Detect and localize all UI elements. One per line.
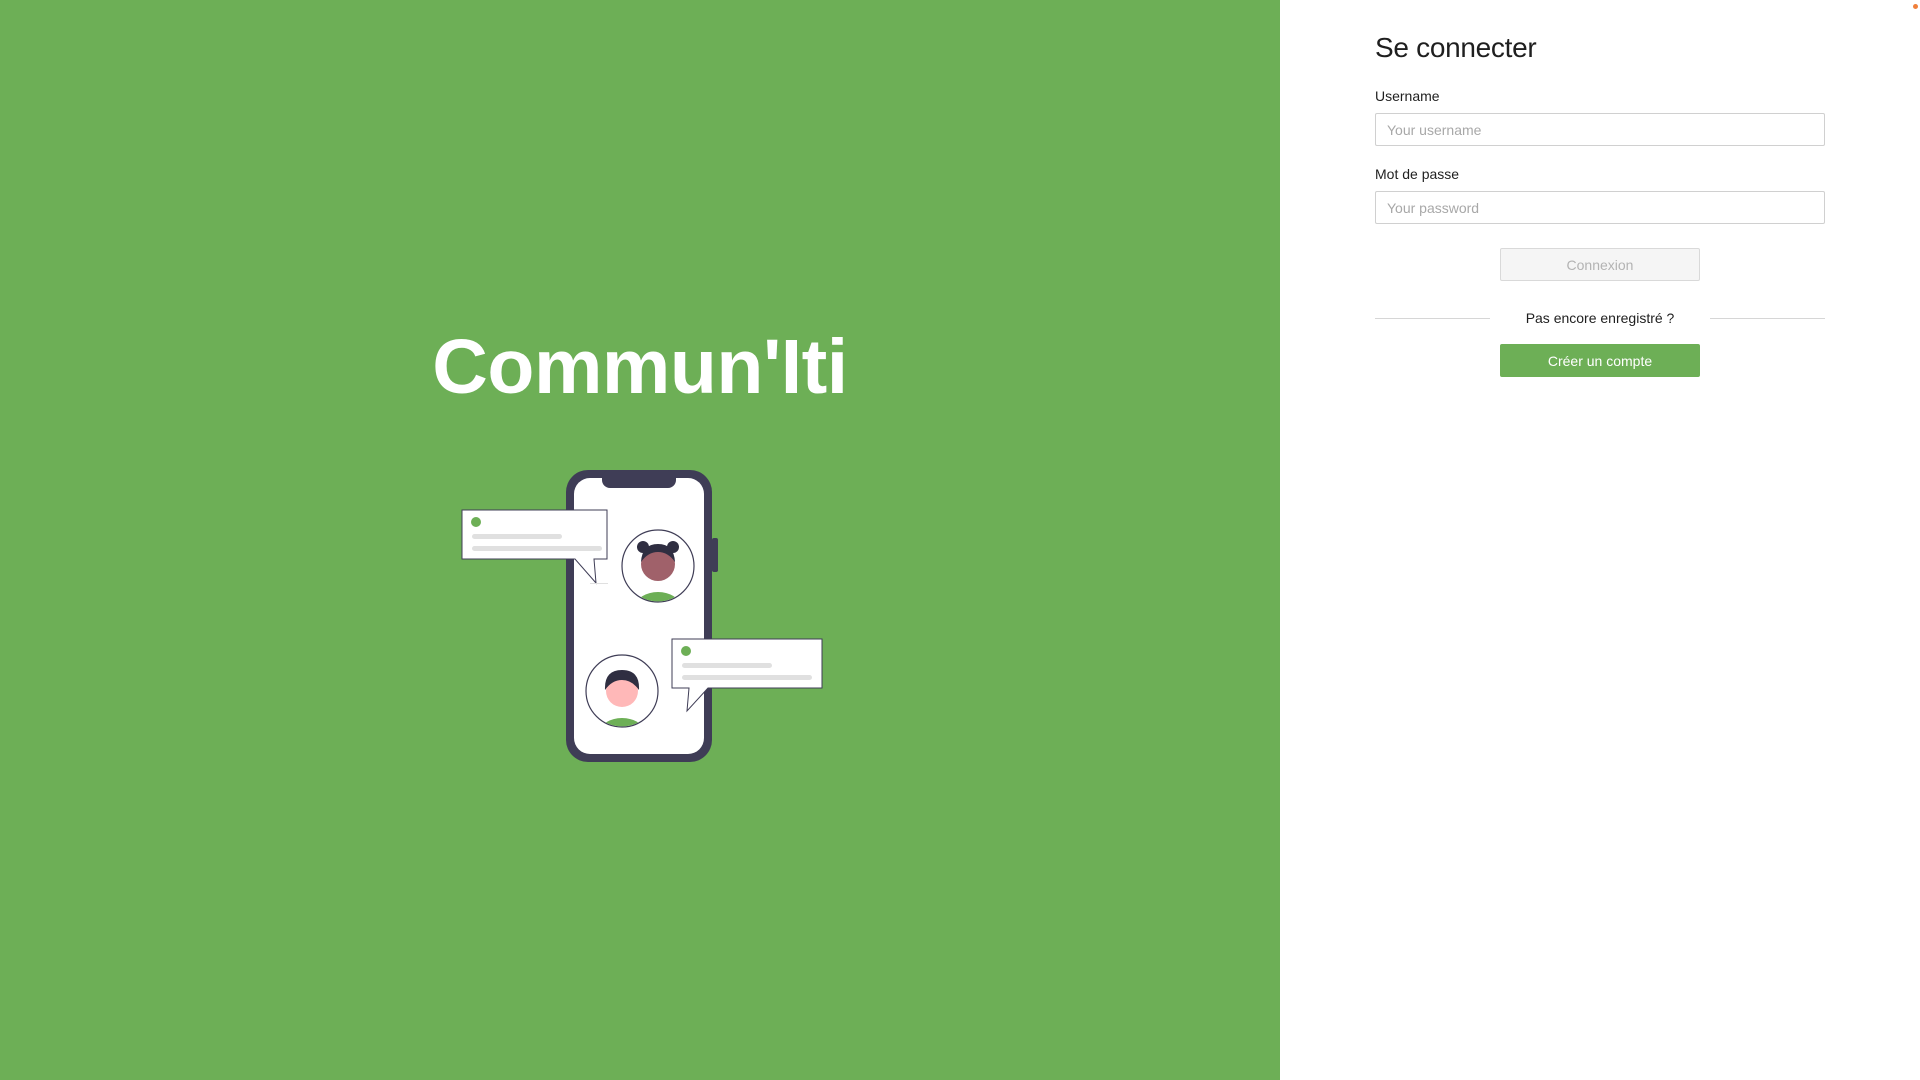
create-account-row: Créer un compte (1375, 344, 1825, 377)
username-input[interactable] (1375, 113, 1825, 146)
phone-chat-illustration (461, 470, 823, 762)
login-form: Se connecter Username Mot de passe Conne… (1375, 28, 1826, 377)
login-title: Se connecter (1375, 32, 1537, 63)
divider-line-left (1375, 317, 1490, 319)
username-label: Username (1375, 88, 1440, 104)
status-dot-icon (1913, 4, 1918, 9)
password-label: Mot de passe (1375, 166, 1460, 182)
divider-line-right (1710, 317, 1826, 319)
login-button-row: Connexion (1375, 248, 1825, 281)
phone-notch (602, 470, 676, 488)
password-input[interactable] (1375, 191, 1825, 224)
login-page: Commun'Iti Se connecter Username Your us… (0, 0, 1920, 1080)
login-button[interactable]: Connexion (1500, 248, 1700, 281)
app-title: Commun'Iti (432, 324, 848, 410)
phone-side-button (712, 538, 718, 572)
create-account-button[interactable]: Créer un compte (1500, 344, 1700, 377)
chat-bubble-right (671, 638, 823, 713)
register-prompt: Pas encore enregistré ? (1525, 310, 1675, 326)
brand-panel: Commun'Iti (0, 0, 1280, 1080)
register-divider: Pas encore enregistré ? (1375, 308, 1826, 328)
login-panel: Se connecter Username Mot de passe Conne… (1280, 0, 1920, 1080)
